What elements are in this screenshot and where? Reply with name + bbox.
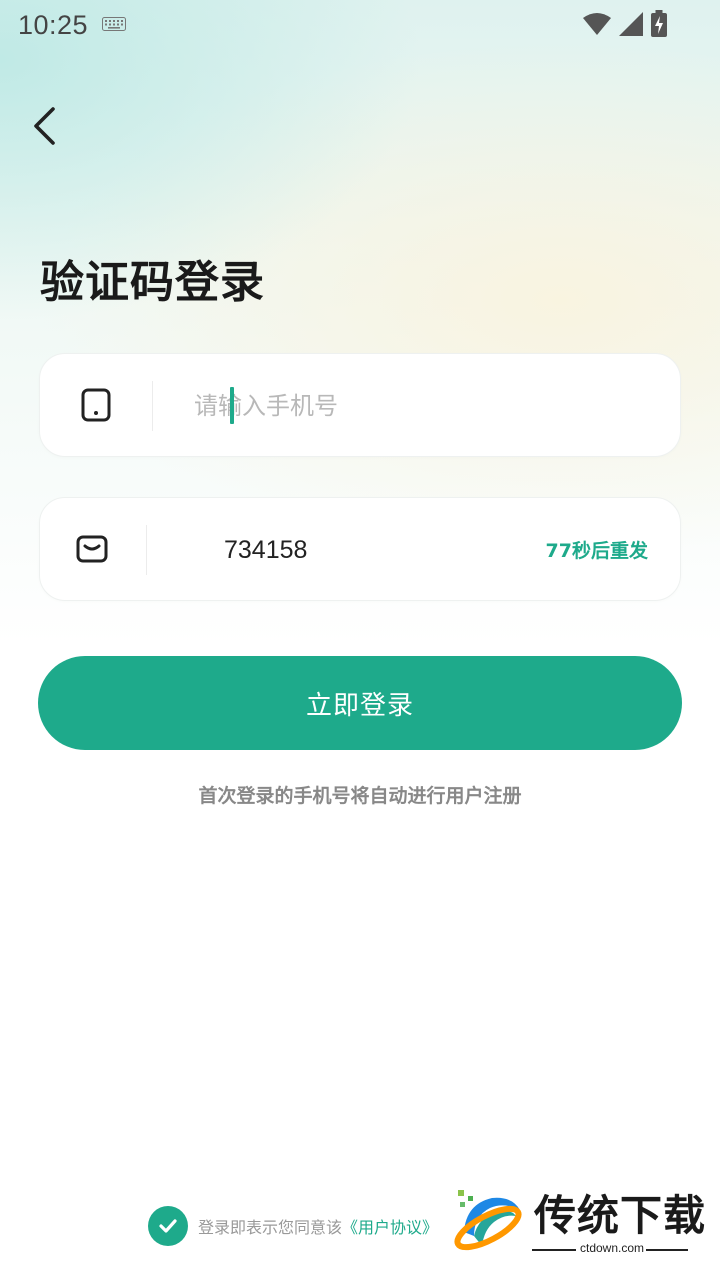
agreement-row: 登录即表示您同意该 《用户协议》 [148,1206,438,1246]
text-caret [230,387,234,424]
watermark: 传统下载 ctdown.com [448,1180,708,1260]
back-button[interactable] [24,102,64,150]
phone-input[interactable] [192,354,652,458]
verification-code-input[interactable] [224,498,524,602]
back-arrow-icon [34,107,55,145]
wifi-icon [583,13,611,35]
check-icon [159,1219,177,1233]
agreement-checkbox[interactable] [148,1206,188,1246]
status-time: 10:25 [18,9,89,40]
cellular-signal-icon [619,12,643,36]
divider [146,525,147,575]
battery-charging-icon [651,10,667,37]
code-input-card: 77秒后重发 [39,497,681,602]
watermark-underline [646,1249,688,1251]
phone-input-card [39,353,681,458]
divider [152,381,153,431]
status-icons [582,10,668,38]
watermark-domain: ctdown.com [580,1241,645,1255]
watermark-underline [532,1249,576,1251]
agreement-text: 登录即表示您同意该 [198,1218,343,1237]
page-title: 验证码登录 [40,257,265,308]
login-button[interactable]: 立即登录 [38,656,682,750]
phone-icon [81,388,111,422]
message-icon [76,535,108,563]
watermark-logo-icon [454,1190,522,1251]
resend-countdown: 77秒后重发 [545,540,648,562]
watermark-brand: 传统下载 [534,1191,707,1240]
auto-register-hint: 首次登录的手机号将自动进行用户注册 [198,785,522,807]
keyboard-icon [102,17,127,31]
user-agreement-link[interactable]: 《用户协议》 [342,1214,438,1238]
status-bar: 10:25 [0,0,720,50]
